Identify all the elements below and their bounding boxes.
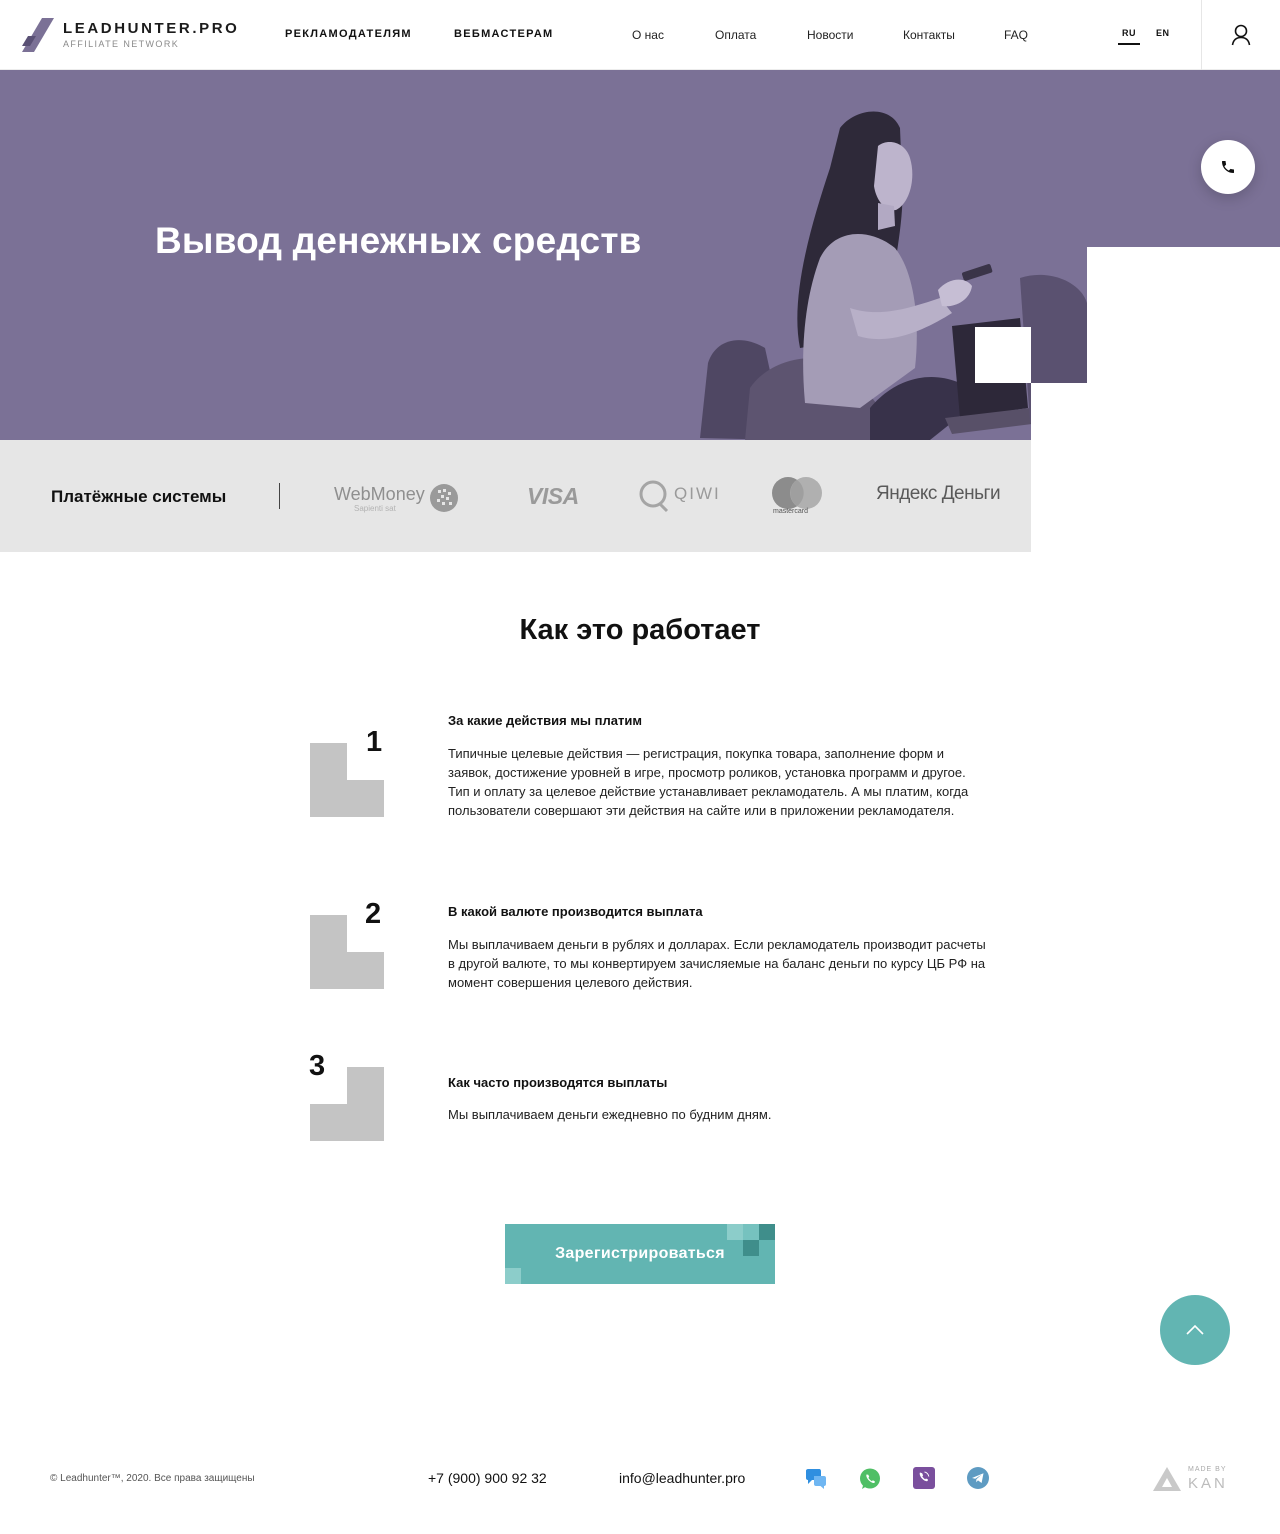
qiwi-logo: QIWI <box>638 479 720 513</box>
hero-woman-image <box>700 111 1088 440</box>
nav-webmasters[interactable]: ВЕБМАСТЕРАМ <box>454 28 554 40</box>
mastercard-circles-icon <box>772 477 822 509</box>
telegram-icon <box>967 1467 989 1489</box>
nav-news[interactable]: Новости <box>807 28 853 42</box>
step-2-number: 2 <box>365 898 382 930</box>
site-logo[interactable]: LEADHUNTER.PRO AFFILIATE NETWORK <box>22 16 239 54</box>
whatsapp-icon <box>860 1468 880 1489</box>
nav-payment[interactable]: Оплата <box>715 28 756 42</box>
logo-subtitle: AFFILIATE NETWORK <box>63 39 180 49</box>
logo-mark-icon <box>22 18 54 52</box>
qiwi-name: QIWI <box>674 484 721 503</box>
viber-link[interactable] <box>913 1467 935 1489</box>
mastercard-name: mastercard <box>773 508 809 515</box>
cta-pixel-decor <box>743 1224 759 1240</box>
site-header: LEADHUNTER.PRO AFFILIATE NETWORK РЕКЛАМО… <box>0 0 1280 70</box>
step-3-number: 3 <box>309 1050 326 1082</box>
payment-systems-title: Платёжные системы <box>51 487 227 506</box>
hero-title: Вывод денежных средств <box>155 220 642 261</box>
lang-en[interactable]: EN <box>1156 28 1170 38</box>
visa-logo: VISA <box>527 483 579 509</box>
cta-pixel-decor <box>505 1268 521 1284</box>
webmoney-slogan: Sapienti sat <box>354 504 396 513</box>
user-icon <box>1231 24 1251 46</box>
step-3-title: Как часто производятся выплаты <box>448 1075 668 1090</box>
hero-banner: Вывод денежных средств <box>0 70 1280 440</box>
call-button[interactable] <box>1201 140 1255 194</box>
telegram-link[interactable] <box>967 1467 989 1489</box>
step-1-number: 1 <box>366 726 383 758</box>
kan-logo-icon <box>1153 1467 1181 1491</box>
cta-pixel-decor <box>727 1224 743 1240</box>
yandex-money-logo: Яндекс Деньги <box>876 483 1001 505</box>
lang-ru[interactable]: RU <box>1118 28 1140 45</box>
chat-link[interactable] <box>804 1467 826 1489</box>
footer-phone-link[interactable]: +7 (900) 900 92 32 <box>428 1470 547 1486</box>
hero-decor-square <box>975 327 1031 383</box>
step-1-title: За какие действия мы платим <box>448 713 642 728</box>
payment-systems-bar: Платёжные системы WebMoney Sapienti sat … <box>0 440 1031 552</box>
viber-icon <box>913 1467 935 1489</box>
webmoney-globe-icon <box>430 484 458 512</box>
made-by-kan[interactable]: MADE BY KAN <box>1152 1466 1232 1492</box>
step-2-title: В какой валюте производится выплата <box>448 904 703 919</box>
nav-faq[interactable]: FAQ <box>1004 28 1028 42</box>
how-it-works-title: Как это работает <box>519 614 761 646</box>
hero-decor-block <box>1087 247 1280 440</box>
cta-pixel-decor <box>759 1224 775 1240</box>
whatsapp-link[interactable] <box>858 1467 880 1489</box>
nav-contacts[interactable]: Контакты <box>903 28 955 42</box>
made-by-label: MADE BY <box>1188 1466 1227 1473</box>
nav-about[interactable]: О нас <box>632 28 664 42</box>
chat-icon <box>806 1469 826 1489</box>
webmoney-logo: WebMoney Sapienti sat <box>334 483 459 517</box>
register-button[interactable]: Зарегистрироваться <box>505 1224 775 1284</box>
footer-copyright: © Leadhunter™, 2020. Все права защищены <box>50 1473 255 1484</box>
scroll-to-top-button[interactable] <box>1160 1295 1230 1365</box>
step-3-text: Мы выплачиваем деньги ежедневно по будни… <box>448 1107 772 1122</box>
made-by-brand: KAN <box>1188 1475 1228 1492</box>
yandex-word: Яндекс <box>876 483 937 504</box>
hero-decor-block-small <box>1031 383 1091 440</box>
webmoney-name: WebMoney <box>334 484 425 504</box>
dengi-word: Деньги <box>941 483 1001 504</box>
register-button-label: Зарегистрироваться <box>555 1245 725 1262</box>
nav-advertisers[interactable]: РЕКЛАМОДАТЕЛЯМ <box>285 28 412 40</box>
phone-icon <box>1222 161 1234 173</box>
step-2-text: Мы выплачиваем деньги в рублях и доллара… <box>448 937 986 990</box>
footer-email-link[interactable]: info@leadhunter.pro <box>619 1470 745 1486</box>
payment-divider <box>279 483 280 509</box>
mastercard-logo: mastercard <box>769 476 825 518</box>
step-1-text: Типичные целевые действия — регистрация,… <box>448 746 969 818</box>
qiwi-icon <box>639 480 669 513</box>
user-account-button[interactable] <box>1201 0 1280 70</box>
cta-pixel-decor <box>743 1240 759 1256</box>
logo-text: LEADHUNTER.PRO AFFILIATE NETWORK <box>63 20 239 50</box>
chevron-up-icon <box>1186 1325 1204 1335</box>
logo-name: LEADHUNTER.PRO <box>63 20 240 37</box>
